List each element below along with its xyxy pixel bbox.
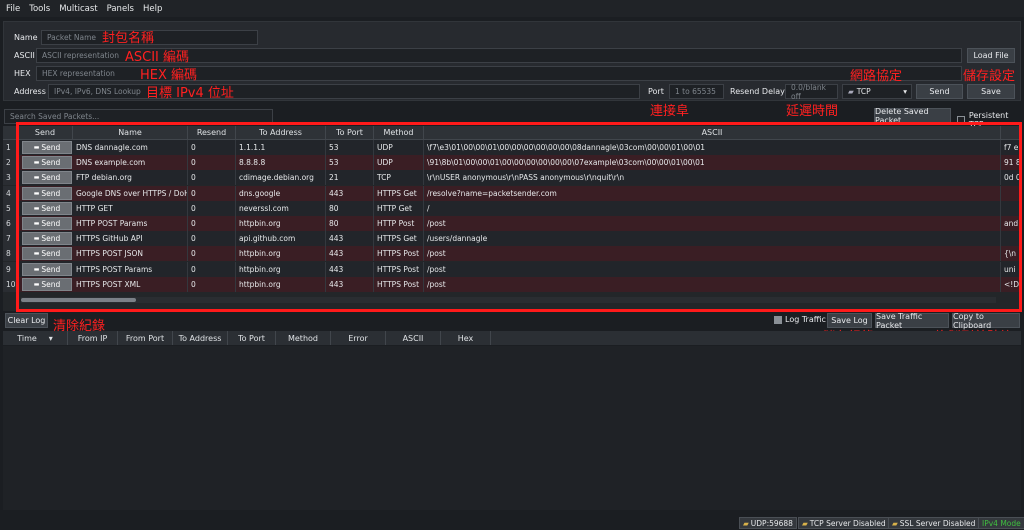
resend-delay-label: Resend Delay (730, 87, 785, 96)
ssl-icon: ▰ (892, 518, 898, 528)
menu-help[interactable]: Help (143, 4, 162, 14)
annotation-name: 封包名稱 (102, 31, 155, 46)
log-col-method[interactable]: Method (276, 331, 331, 345)
protocol-select[interactable]: ▰ TCP ▾ (842, 84, 912, 99)
port-label: Port (648, 87, 664, 96)
sort-icon: ▾ (48, 333, 53, 343)
annotation-hex: HEX 編碼 (140, 68, 198, 83)
menu-panels[interactable]: Panels (107, 4, 134, 14)
log-col-time[interactable]: Time ▾ (3, 331, 68, 345)
tcp-icon: ▰ (802, 518, 808, 528)
traffic-log-area[interactable] (3, 346, 1021, 510)
log-col-hex[interactable]: Hex (441, 331, 491, 345)
send-button[interactable]: Send (916, 84, 963, 99)
annotation-address: 目標 IPv4 位址 (146, 86, 234, 101)
load-file-button[interactable]: Load File (967, 48, 1015, 63)
log-col-from-ip[interactable]: From IP (68, 331, 118, 345)
log-col-ascii[interactable]: ASCII (386, 331, 441, 345)
log-col-time-label: Time (17, 333, 37, 343)
ipv4-mode[interactable]: IPv4 Mode (978, 517, 1024, 529)
protocol-icon: ▰ (848, 87, 854, 96)
udp-status[interactable]: ▰ UDP:59688 (739, 517, 797, 529)
resend-delay-input[interactable]: 0.0/blank off (785, 83, 838, 101)
menu-file[interactable]: File (6, 4, 20, 14)
log-col-from-port[interactable]: From Port (118, 331, 173, 345)
menu-bar: File Tools Multicast Panels Help (0, 0, 1024, 17)
log-traffic-checkbox[interactable] (774, 315, 782, 324)
delete-saved-button[interactable]: Delete Saved Packet (874, 107, 951, 125)
clear-log-button[interactable]: Clear Log (5, 313, 48, 328)
annotation-ascii: ASCII 編碼 (125, 50, 190, 65)
annotation-port: 連接阜 (650, 104, 690, 119)
protocol-value: TCP (856, 87, 871, 96)
ascii-label: ASCII (14, 51, 35, 60)
annotation-delay: 延遲時間 (786, 104, 839, 119)
log-traffic-label: Log Traffic (785, 315, 826, 324)
port-input[interactable]: 1 to 65535 (669, 84, 724, 99)
log-col-to-port[interactable]: To Port (228, 331, 276, 345)
ssl-status-text: SSL Server Disabled (899, 518, 976, 528)
udp-icon: ▰ (743, 518, 749, 528)
log-col-to-address[interactable]: To Address (173, 331, 228, 345)
address-input[interactable]: IPv4, IPv6, DNS Lookup (48, 84, 640, 99)
menu-multicast[interactable]: Multicast (59, 4, 97, 14)
udp-status-text: UDP:59688 (750, 518, 793, 528)
hex-label: HEX (14, 69, 31, 78)
annotation-save: 儲存設定 (963, 69, 1016, 84)
tcp-status[interactable]: ▰ TCP Server Disabled (798, 517, 890, 529)
save-button[interactable]: Save (967, 84, 1015, 99)
log-traffic-toggle[interactable]: Log Traffic (774, 315, 826, 324)
chevron-down-icon: ▾ (903, 87, 907, 96)
annotation-protocol: 網路協定 (850, 69, 903, 84)
log-col-error[interactable]: Error (331, 331, 386, 345)
tcp-status-text: TCP Server Disabled (809, 518, 886, 528)
name-label: Name (14, 33, 38, 42)
highlight-box (16, 122, 1022, 312)
address-label: Address (14, 87, 46, 96)
ssl-status[interactable]: ▰ SSL Server Disabled (888, 517, 980, 529)
status-bar: ▰ UDP:59688 ▰ TCP Server Disabled ▰ SSL Ser… (0, 516, 1024, 530)
menu-tools[interactable]: Tools (29, 4, 50, 14)
traffic-log-header: Time ▾ From IP From Port To Address To Po… (3, 331, 1021, 345)
